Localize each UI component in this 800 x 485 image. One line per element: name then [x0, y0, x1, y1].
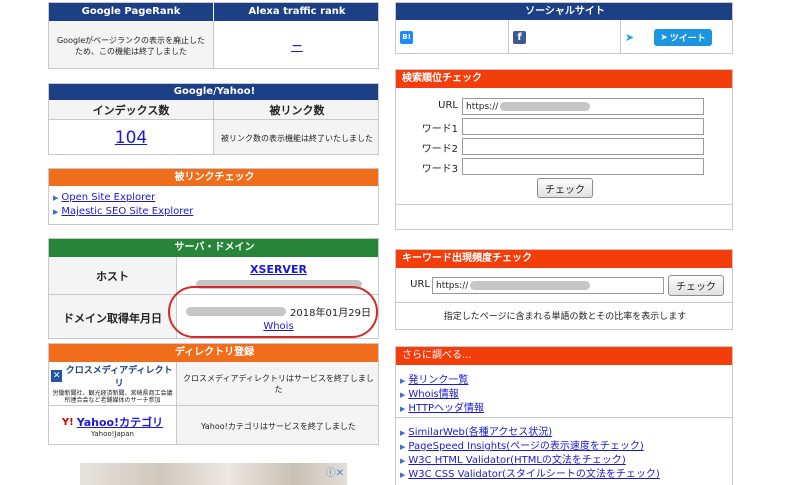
rank-check-header: 検索順位チェック — [396, 70, 732, 88]
rank-url-value: https:// — [466, 101, 499, 112]
list-item[interactable]: ▶ W3C CSS Validator(スタイルシートの文法をチェック) — [400, 465, 660, 480]
keyword-check-button[interactable]: チェック — [668, 275, 724, 296]
yahoo-category-link[interactable]: Yahoo!カテゴリ — [77, 414, 163, 430]
keyword-freq-header: キーワード出現頻度チェック — [396, 250, 732, 268]
twitter-icon: ➤ — [660, 32, 668, 43]
alexa-rank-value[interactable]: − — [214, 21, 378, 68]
highlight-circle — [168, 286, 378, 338]
arrow-right-icon: ▶ — [400, 443, 406, 451]
list-item[interactable]: ▶ Whois情報 — [400, 385, 459, 400]
arrow-right-icon: ▶ — [400, 471, 406, 479]
word1-label: ワード1 — [421, 124, 458, 135]
majestic-seo-link[interactable]: Majestic SEO Site Explorer — [61, 206, 193, 217]
server-domain-header: サーバ・ドメイン — [49, 239, 378, 257]
redacted-url — [470, 281, 591, 290]
domain-date-label: ドメイン取得年月日 — [49, 295, 177, 338]
arrow-right-icon: ▶ — [400, 457, 406, 465]
list-item[interactable]: ▶ 発リンク一覧 — [400, 371, 468, 386]
cross-media-logo[interactable]: ✕ クロスメディアディレクトリ 労働新聞社、観光経済新聞、宮崎県商工会議所連合会… — [49, 362, 177, 406]
open-site-explorer-link[interactable]: Open Site Explorer — [61, 192, 155, 203]
yahoo-category-logo[interactable]: Y! Yahoo!カテゴリ Yahoo!Japan — [49, 406, 177, 444]
index-count-value[interactable]: 104 — [49, 120, 214, 154]
bookmark-b-icon[interactable]: B! — [400, 31, 413, 44]
cross-media-notice: クロスメディアディレクトリはサービスを終了しました — [177, 362, 378, 406]
social-panel: ソーシャルサイト B! f ➤ ➤ ツイート — [395, 2, 733, 54]
backlink-check-header: 被リンクチェック — [49, 169, 378, 186]
more-panel: さらに調べる... ▶ 発リンク一覧 ▶ Whois情報 ▶ HTTPヘッダ情報 ▶ S… — [395, 346, 733, 485]
rank-url-input[interactable]: https:// — [462, 98, 704, 115]
pagerank-panel: Google PageRank Alexa traffic rank Googl… — [48, 2, 379, 69]
w3c-css-link[interactable]: W3C CSS Validator(スタイルシートの文法をチェック) — [408, 469, 659, 480]
rank-check-panel: 検索順位チェック URL https:// ワード1 ワード2 ワード3 チェッ… — [395, 69, 733, 230]
arrow-right-icon: ▶ — [53, 194, 59, 202]
keyword-url-input[interactable]: https:// — [432, 277, 664, 294]
twitter-bird-icon[interactable]: ➤ — [625, 31, 634, 44]
keyword-url-label: URL — [410, 279, 430, 290]
facebook-cell[interactable]: f — [509, 20, 621, 53]
google-yahoo-header: Google/Yahoo! — [49, 84, 378, 100]
ad-image[interactable]: ⓘ✕ — [80, 463, 347, 485]
facebook-icon[interactable]: f — [513, 31, 526, 44]
word1-input[interactable] — [462, 118, 704, 135]
keyword-freq-panel: キーワード出現頻度チェック URL https:// チェック 指定したページに… — [395, 249, 733, 330]
pagerank-header: Google PageRank — [49, 3, 214, 21]
directory-panel: ディレクトリ登録 ✕ クロスメディアディレクトリ 労働新聞社、観光経済新聞、宮崎… — [48, 343, 379, 445]
rank-check-divider — [396, 204, 732, 205]
keyword-url-value: https:// — [436, 280, 469, 291]
ad-badge[interactable]: ⓘ✕ — [326, 464, 344, 479]
backlink-check-panel: 被リンクチェック ▶ Open Site Explorer ▶ Majestic S… — [48, 168, 379, 225]
backlink-notice: 被リンク数の表示機能は終了いたしました — [214, 120, 378, 154]
alexa-rank-link[interactable]: − — [291, 38, 303, 54]
list-item[interactable]: ▶ PageSpeed Insights(ページの表示速度をチェック) — [400, 437, 644, 452]
social-header: ソーシャルサイト — [396, 3, 732, 20]
google-yahoo-panel: Google/Yahoo! インデックス数 被リンク数 104 被リンク数の表示… — [48, 83, 379, 155]
list-item[interactable]: ▶ Majestic SEO Site Explorer — [53, 206, 193, 217]
list-item[interactable]: ▶ HTTPヘッダ情報 — [400, 399, 484, 414]
word2-label: ワード2 — [421, 144, 458, 155]
list-item[interactable]: ▶ SimilarWeb(各種アクセス状況) — [400, 423, 552, 438]
host-label: ホスト — [49, 257, 177, 295]
cross-media-title: クロスメディアディレクトリ — [65, 366, 173, 389]
arrow-right-icon: ▶ — [400, 391, 406, 399]
http-header-link[interactable]: HTTPヘッダ情報 — [408, 403, 484, 414]
tweet-label: ツイート — [669, 34, 706, 44]
rank-url-label: URL — [438, 100, 458, 111]
word3-label: ワード3 — [421, 164, 458, 175]
word3-input[interactable] — [462, 158, 704, 175]
index-count-label: インデックス数 — [49, 100, 214, 120]
more-divider — [396, 417, 732, 418]
cross-media-sub: 労働新聞社、観光経済新聞、宮崎県商工会議所連合会など老舗媒体のサーチ参加 — [52, 390, 173, 404]
arrow-right-icon: ▶ — [400, 405, 406, 413]
twitter-cell[interactable]: ➤ ➤ ツイート — [621, 20, 732, 53]
yahoo-notice: Yahoo!カテゴリはサービスを終了しました — [177, 406, 378, 444]
tweet-button[interactable]: ➤ ツイート — [654, 29, 712, 46]
list-item[interactable]: ▶ Open Site Explorer — [53, 192, 155, 203]
arrow-right-icon: ▶ — [400, 429, 406, 437]
rank-check-button[interactable]: チェック — [537, 178, 593, 198]
list-item[interactable]: ▶ W3C HTML Validator(HTMLの文法をチェック) — [400, 451, 626, 466]
directory-header: ディレクトリ登録 — [49, 344, 378, 362]
word2-input[interactable] — [462, 138, 704, 155]
keyword-description: 指定したページに含まれる単語の数とその比率を表示します — [443, 311, 687, 322]
pagerank-notice: Googleがページランクの表示を廃止したため、この機能は終了しました — [49, 21, 214, 68]
backlink-count-label: 被リンク数 — [214, 100, 378, 120]
redacted-url — [500, 102, 591, 111]
yahoo-sub: Yahoo!Japan — [91, 430, 134, 438]
yahoo-icon: Y! — [61, 416, 74, 428]
arrow-right-icon: ▶ — [400, 377, 406, 385]
arrow-right-icon: ▶ — [53, 208, 59, 216]
host-link[interactable]: XSERVER — [250, 263, 307, 276]
alexa-header: Alexa traffic rank — [214, 3, 378, 21]
index-count-link[interactable]: 104 — [115, 128, 147, 148]
cross-media-icon: ✕ — [51, 370, 63, 382]
more-header: さらに調べる... — [396, 347, 732, 365]
hatena-bookmark-cell[interactable]: B! — [396, 20, 509, 53]
